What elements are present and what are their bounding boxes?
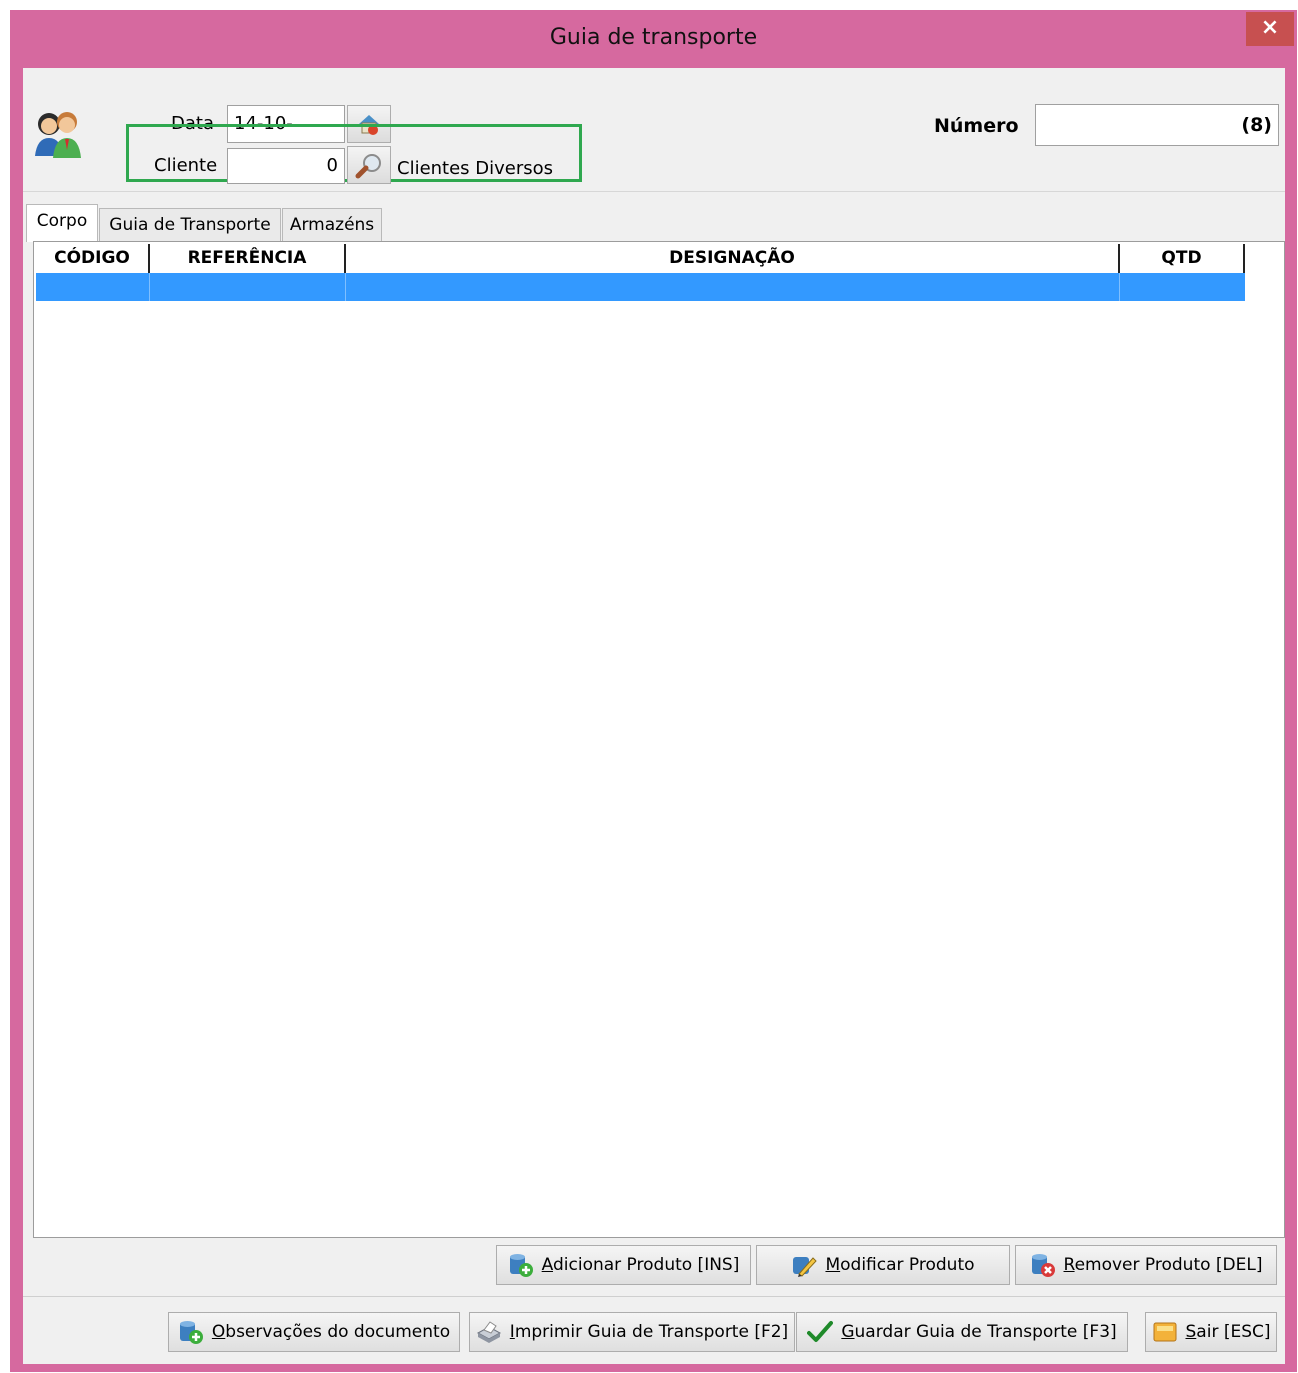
printer-icon: [476, 1319, 502, 1345]
magnifier-icon: [355, 152, 383, 185]
column-referencia[interactable]: REFERÊNCIA: [150, 244, 346, 273]
cell-codigo[interactable]: [36, 273, 150, 301]
client-area: Data 14-10-2013 Cliente 0 Clientes: [23, 68, 1285, 1364]
column-codigo[interactable]: CÓDIGO: [36, 244, 150, 273]
products-grid[interactable]: CÓDIGO REFERÊNCIA DESIGNAÇÃO QTD: [33, 241, 1285, 1238]
numero-field: (8): [1035, 104, 1279, 146]
remove-icon: [1030, 1252, 1056, 1278]
observacoes-label: bservações do documento: [225, 1322, 451, 1342]
modify-product-label: odificar Produto: [840, 1255, 975, 1275]
cliente-name: Clientes Diversos: [397, 158, 554, 179]
add-icon: [508, 1252, 534, 1278]
tab-guia-de-transporte[interactable]: Guia de Transporte: [99, 208, 281, 242]
cell-designacao[interactable]: [346, 273, 1120, 301]
close-button[interactable]: ×: [1246, 12, 1294, 46]
observacoes-accesskey: O: [211, 1322, 226, 1342]
sair-button[interactable]: Sair [ESC]: [1145, 1312, 1277, 1352]
add-notes-icon: [178, 1319, 204, 1345]
add-product-label: dicionar Produto [INS]: [552, 1255, 740, 1275]
cliente-label: Cliente: [154, 155, 218, 176]
title-bar[interactable]: Guia de transporte ×: [10, 10, 1297, 68]
add-product-button[interactable]: Adicionar Produto [INS]: [496, 1245, 751, 1285]
cell-qtd[interactable]: [1120, 273, 1245, 301]
footer-divider: [23, 1296, 1285, 1297]
grid-header: CÓDIGO REFERÊNCIA DESIGNAÇÃO QTD: [36, 244, 1245, 273]
column-designacao[interactable]: DESIGNAÇÃO: [346, 244, 1120, 273]
checkmark-icon: [807, 1319, 834, 1345]
edit-icon: [791, 1252, 818, 1278]
imprimir-label: mprimir Guia de Transporte [F2]: [514, 1322, 789, 1342]
remove-product-button[interactable]: Remover Produto [DEL]: [1015, 1245, 1277, 1285]
modify-product-button[interactable]: Modificar Produto: [756, 1245, 1010, 1285]
cliente-field[interactable]: 0: [227, 148, 345, 184]
table-row[interactable]: [36, 273, 1245, 301]
imprimir-button[interactable]: Imprimir Guia de Transporte [F2]: [469, 1312, 795, 1352]
sair-accesskey: S: [1185, 1322, 1197, 1342]
modify-product-accesskey: M: [825, 1255, 841, 1275]
remove-product-accesskey: R: [1063, 1255, 1075, 1275]
guardar-label: uardar Guia de Transporte [F3]: [854, 1322, 1117, 1342]
window: Guia de transporte × Data 14-10-2013: [10, 10, 1297, 1372]
exit-icon: [1152, 1319, 1178, 1345]
tab-armazens[interactable]: Armazéns: [282, 208, 382, 242]
users-icon: [31, 106, 85, 160]
guardar-accesskey: G: [841, 1322, 855, 1342]
remove-product-label: emover Produto [DEL]: [1074, 1255, 1263, 1275]
header-divider: [23, 191, 1285, 192]
window-title: Guia de transporte: [549, 25, 758, 50]
search-cliente-button[interactable]: [347, 146, 391, 184]
observacoes-button[interactable]: Observações do documento: [168, 1312, 460, 1352]
add-product-accesskey: A: [541, 1255, 553, 1275]
sair-label: air [ESC]: [1196, 1322, 1271, 1342]
cell-referencia[interactable]: [150, 273, 346, 301]
tab-corpo[interactable]: Corpo: [26, 204, 98, 242]
numero-label: Número: [934, 115, 1019, 137]
guardar-button[interactable]: Guardar Guia de Transporte [F3]: [796, 1312, 1128, 1352]
column-qtd[interactable]: QTD: [1120, 244, 1245, 273]
